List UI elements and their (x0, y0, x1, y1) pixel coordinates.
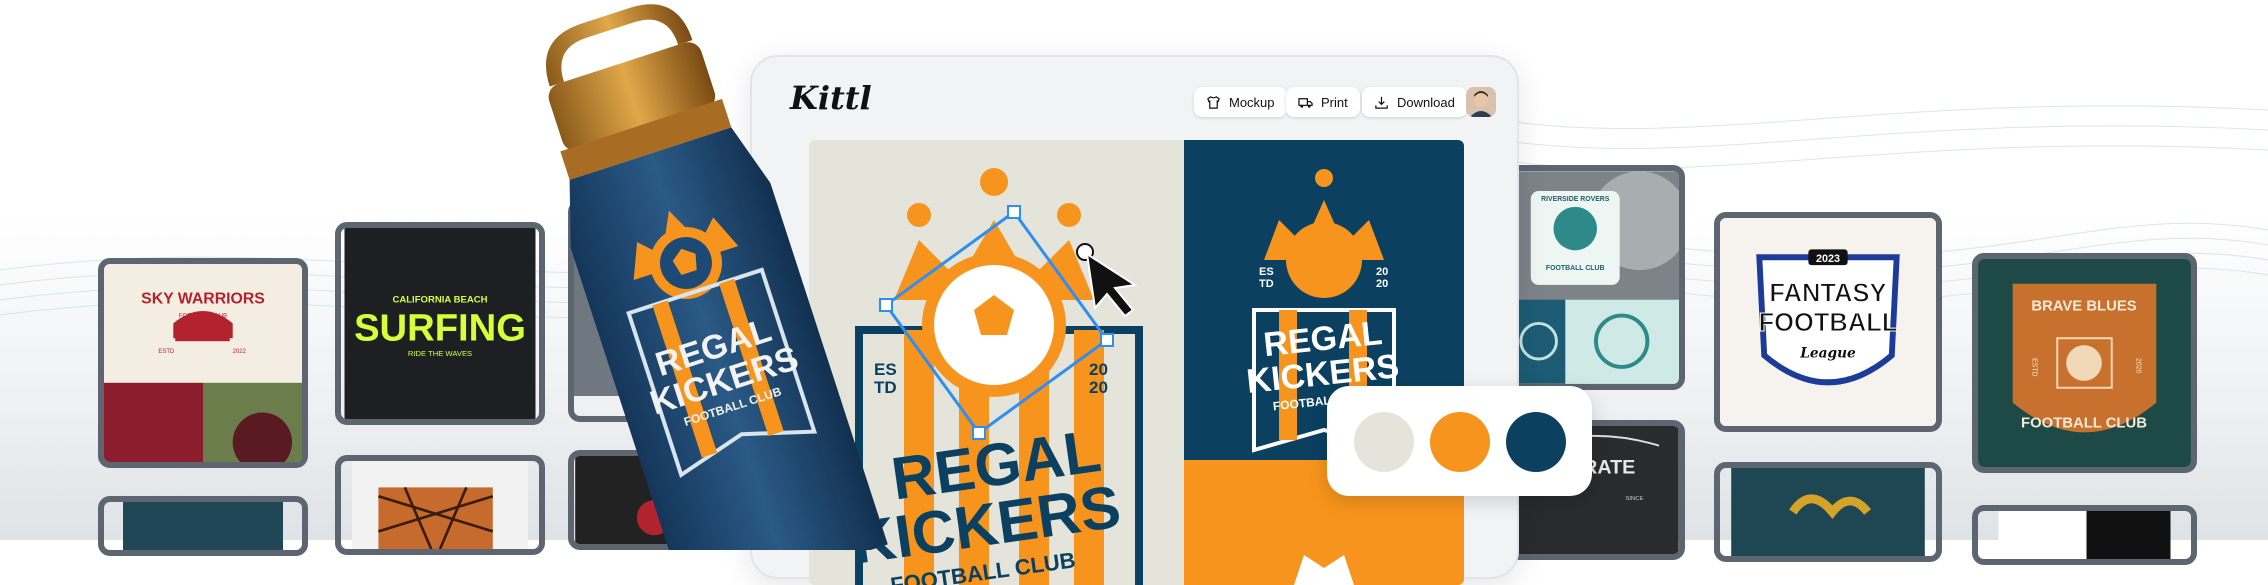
palette-swatch-orange[interactable] (1430, 412, 1490, 472)
user-avatar[interactable] (1466, 87, 1496, 117)
color-palette (1327, 386, 1592, 496)
download-label: Download (1397, 94, 1455, 110)
partial-split-artwork (1998, 511, 2171, 559)
truck-icon (1298, 97, 1313, 108)
template-tile-partial-split[interactable] (1972, 505, 2197, 565)
print-button[interactable]: Print (1286, 87, 1360, 117)
sky-warriors-title: SKY WARRIORS (141, 291, 265, 308)
shirt-icon (1207, 95, 1220, 109)
riverside-title: RIVERSIDE ROVERS (1541, 196, 1610, 203)
brave-estd: ESTD (2031, 358, 2038, 376)
svg-text:TD: TD (1259, 278, 1274, 290)
svg-text:20: 20 (1089, 378, 1108, 397)
palette-swatch-navy[interactable] (1506, 412, 1566, 472)
brave-sub: FOOTBALL CLUB (2021, 415, 2147, 431)
surfing-bottom: RIDE THE WAVES (408, 349, 472, 358)
svg-text:ES: ES (1259, 266, 1274, 278)
template-tile-partial-teal[interactable] (1714, 462, 1942, 562)
sky-warriors-artwork: SKY WARRIORS FOOTBALL CLUB ESTD 2022 (104, 264, 302, 462)
fantasy-year: 2023 (1816, 253, 1840, 265)
mockup-button[interactable]: Mockup (1194, 87, 1287, 117)
fantasy-football-artwork: 2023 FANTASY FOOTBALL League (1720, 218, 1936, 426)
bottle-mockup: REGAL KICKERS FOOTBALL CLUB (546, 4, 888, 550)
download-icon (1375, 96, 1388, 109)
partial-blue-artwork (123, 502, 283, 550)
template-tile-partial-blue[interactable] (98, 496, 308, 556)
template-tile-sky-warriors[interactable]: SKY WARRIORS FOOTBALL CLUB ESTD 2022 (98, 258, 308, 468)
template-tile-riverside-rovers[interactable]: RIVERSIDE ROVERS FOOTBALL CLUB (1505, 165, 1685, 390)
partial-teal-artwork (1731, 468, 1925, 556)
brave-blues-artwork: BRAVE BLUES FOOTBALL CLUB ESTD 2020 (1978, 259, 2191, 467)
avatar-image (1466, 87, 1496, 117)
brave-title: BRAVE BLUES (2031, 299, 2136, 315)
brave-year: 2020 (2135, 358, 2142, 374)
fantasy-line3: League (1799, 345, 1856, 361)
template-tile-fantasy-football[interactable]: 2023 FANTASY FOOTBALL League (1714, 212, 1942, 432)
svg-text:20: 20 (1376, 278, 1388, 290)
template-tile-brave-blues[interactable]: BRAVE BLUES FOOTBALL CLUB ESTD 2020 (1972, 253, 2197, 473)
mockup-label: Mockup (1229, 94, 1275, 110)
print-label: Print (1321, 94, 1348, 110)
sky-warriors-sub: FOOTBALL CLUB (179, 313, 227, 319)
svg-text:20: 20 (1376, 266, 1388, 278)
fantasy-line2: FOOTBALL (1759, 309, 1898, 337)
riverside-rovers-artwork: RIVERSIDE ROVERS FOOTBALL CLUB (1511, 171, 1679, 384)
riverside-sub: FOOTBALL CLUB (1546, 265, 1605, 272)
sky-warriors-estd: ESTD (158, 349, 174, 355)
design-year: 20 (1089, 360, 1108, 379)
fantasy-line1: FANTASY (1769, 279, 1886, 307)
mouse-cursor-icon (1076, 243, 1138, 318)
sky-warriors-year: 2022 (233, 349, 246, 355)
download-button[interactable]: Download (1362, 87, 1467, 117)
surfing-top: CALIFORNIA BEACH (392, 294, 487, 305)
palette-swatch-cream[interactable] (1354, 412, 1414, 472)
karate-since: SINCE (1625, 496, 1643, 502)
